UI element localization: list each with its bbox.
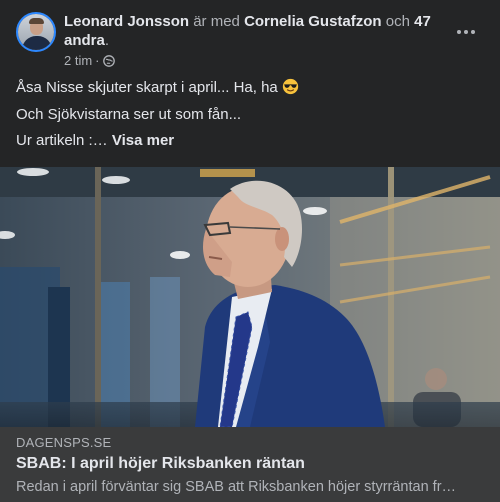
link-description: Redan i april förväntar sig SBAB att Rik… bbox=[16, 479, 457, 495]
author-name-link[interactable]: Leonard Jonsson bbox=[64, 13, 189, 30]
dot-icon bbox=[457, 30, 461, 34]
timestamp-link[interactable]: 2 tim bbox=[64, 53, 92, 68]
author-avatar[interactable] bbox=[16, 12, 56, 52]
post-text: Åsa Nisse skjuter skarpt i april... Ha, … bbox=[16, 78, 484, 158]
link-preview[interactable]: DAGENSPS.SE SBAB: I april höjer Riksbank… bbox=[0, 427, 500, 502]
with-text: är med bbox=[189, 13, 245, 30]
meta-dot: · bbox=[95, 53, 100, 68]
post-image[interactable] bbox=[0, 167, 500, 427]
tagged-person-link[interactable]: Cornelia Gustafzon bbox=[244, 13, 382, 30]
post-line-2: Och Sjökvistarna ser ut som fån... bbox=[16, 105, 242, 123]
globe-icon[interactable] bbox=[102, 54, 115, 67]
photo-illustration bbox=[0, 167, 500, 427]
sunglasses-emoji-icon bbox=[282, 78, 299, 95]
dot-icon bbox=[471, 30, 475, 34]
post-line-1: Åsa Nisse skjuter skarpt i april... Ha, … bbox=[16, 78, 484, 98]
post-header: Leonard Jonsson är med Cornelia Gustafzo… bbox=[64, 12, 434, 50]
post-line-3-text: Ur artikeln :… bbox=[16, 132, 108, 149]
more-options-button[interactable] bbox=[448, 20, 484, 44]
period: . bbox=[104, 32, 110, 49]
post-line-3: Ur artikeln :… Visa mer bbox=[16, 131, 484, 151]
dot-icon bbox=[464, 30, 468, 34]
feed-post: Leonard Jonsson är med Cornelia Gustafzo… bbox=[0, 0, 500, 502]
post-line-1-text: Åsa Nisse skjuter skarpt i april... Ha, … bbox=[16, 79, 278, 96]
link-domain: DAGENSPS.SE bbox=[16, 435, 112, 450]
post-meta: 2 tim · bbox=[64, 53, 115, 68]
see-more-link[interactable]: Visa mer bbox=[112, 132, 174, 149]
link-title[interactable]: SBAB: I april höjer Riksbanken räntan bbox=[16, 455, 305, 473]
and-text: och bbox=[381, 13, 415, 30]
